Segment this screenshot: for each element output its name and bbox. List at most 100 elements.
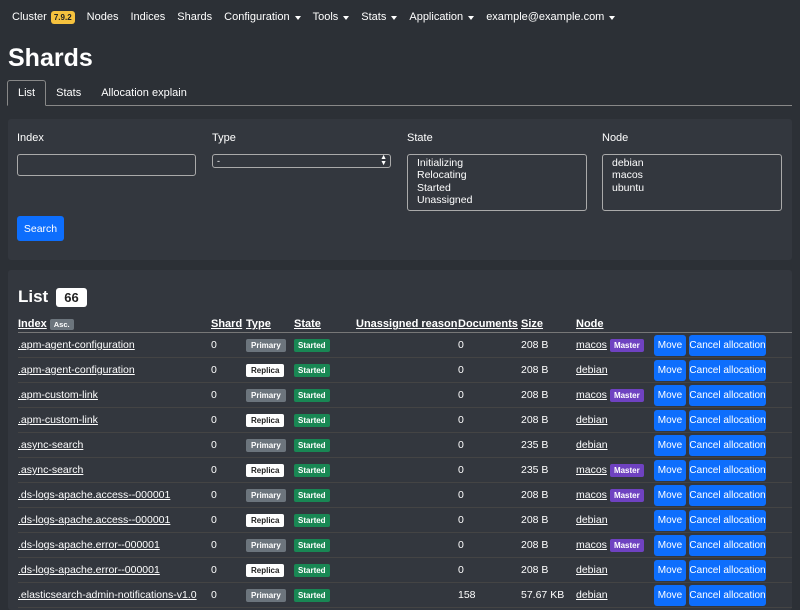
- cancel-allocation-button[interactable]: Cancel allocation: [689, 384, 766, 406]
- navbar: Cluster 7.9.2 Nodes Indices Shards Confi…: [0, 0, 800, 34]
- node-link[interactable]: debian: [576, 414, 608, 426]
- nav-cluster[interactable]: Cluster 7.9.2: [12, 10, 75, 24]
- cell-actions: Move Cancel allocation: [654, 532, 792, 558]
- node-link[interactable]: macos: [576, 489, 607, 501]
- index-link[interactable]: .ds-logs-apache.error--000001: [18, 564, 160, 576]
- cancel-allocation-button[interactable]: Cancel allocation: [689, 334, 766, 356]
- move-button[interactable]: Move: [654, 484, 686, 506]
- cell-shard: 0: [211, 557, 246, 583]
- node-link[interactable]: macos: [576, 539, 607, 551]
- tab-allocation-explain[interactable]: Allocation explain: [91, 80, 197, 105]
- select-arrows-icon: ▲ ▼: [380, 154, 387, 167]
- node-option[interactable]: ubuntu: [612, 182, 772, 194]
- node-link[interactable]: macos: [576, 464, 607, 476]
- nav-stats-dropdown[interactable]: Stats: [361, 11, 398, 23]
- cell-actions: Move Cancel allocation: [654, 557, 792, 583]
- index-link[interactable]: .ds-logs-apache.error--000001: [18, 539, 160, 551]
- tab-stats[interactable]: Stats: [46, 80, 91, 105]
- col-type[interactable]: Type: [246, 316, 294, 333]
- index-link[interactable]: .ds-logs-apache.access--000001: [18, 489, 170, 501]
- cancel-allocation-button[interactable]: Cancel allocation: [689, 509, 766, 531]
- nav-nodes[interactable]: Nodes: [87, 11, 119, 23]
- node-link[interactable]: debian: [576, 364, 608, 376]
- cell-actions: Move Cancel allocation: [654, 332, 792, 358]
- cell-shard: 0: [211, 507, 246, 533]
- count-badge: 66: [56, 287, 87, 307]
- nav-application-label: Application: [409, 11, 464, 23]
- node-link[interactable]: macos: [576, 339, 607, 351]
- index-link[interactable]: .apm-custom-link: [18, 389, 98, 401]
- col-index[interactable]: Index Asc.: [18, 316, 211, 333]
- cancel-allocation-button[interactable]: Cancel allocation: [689, 459, 766, 481]
- state-option[interactable]: Initializing: [417, 157, 577, 169]
- index-link[interactable]: .async-search: [18, 464, 83, 476]
- index-link[interactable]: .apm-agent-configuration: [18, 339, 135, 351]
- index-link[interactable]: .apm-custom-link: [18, 414, 98, 426]
- state-option[interactable]: Relocating: [417, 169, 577, 181]
- cell-state: Started: [294, 382, 356, 408]
- state-option[interactable]: Unassigned: [417, 194, 577, 206]
- cancel-allocation-button[interactable]: Cancel allocation: [689, 484, 766, 506]
- caret-down-icon: [343, 15, 350, 20]
- node-link[interactable]: debian: [576, 439, 608, 451]
- cancel-allocation-button[interactable]: Cancel allocation: [689, 534, 766, 556]
- move-button[interactable]: Move: [654, 534, 686, 556]
- cell-unassigned-reason: [356, 432, 458, 458]
- cell-type: Primary: [246, 532, 294, 558]
- nav-application-dropdown[interactable]: Application: [409, 11, 475, 23]
- type-select[interactable]: - ▲ ▼: [212, 154, 391, 168]
- state-multiselect[interactable]: Initializing Relocating Started Unassign…: [407, 154, 587, 211]
- index-link[interactable]: .async-search: [18, 439, 83, 451]
- cell-shard: 0: [211, 482, 246, 508]
- type-badge: Primary: [246, 389, 286, 402]
- move-button[interactable]: Move: [654, 409, 686, 431]
- move-button[interactable]: Move: [654, 509, 686, 531]
- move-button[interactable]: Move: [654, 359, 686, 381]
- state-option[interactable]: Started: [417, 182, 577, 194]
- nav-shards[interactable]: Shards: [177, 11, 212, 23]
- col-shard[interactable]: Shard: [211, 316, 246, 333]
- node-multiselect[interactable]: debian macos ubuntu: [602, 154, 782, 211]
- col-size[interactable]: Size: [521, 316, 576, 333]
- index-link[interactable]: .apm-agent-configuration: [18, 364, 135, 376]
- nav-indices[interactable]: Indices: [130, 11, 165, 23]
- nav-configuration-dropdown[interactable]: Configuration: [224, 11, 301, 23]
- node-link[interactable]: debian: [576, 564, 608, 576]
- table-row: .async-search 0 Primary Started 0 235 Bdebian…: [18, 432, 792, 458]
- cell-size: 208 B: [521, 507, 576, 533]
- move-button[interactable]: Move: [654, 384, 686, 406]
- search-button[interactable]: Search: [17, 216, 64, 241]
- cancel-allocation-button[interactable]: Cancel allocation: [689, 559, 766, 581]
- cell-unassigned-reason: [356, 407, 458, 433]
- nav-stats-label: Stats: [361, 11, 387, 23]
- type-badge: Replica: [246, 414, 285, 427]
- col-unassigned-reason[interactable]: Unassigned reason: [356, 316, 458, 333]
- move-button[interactable]: Move: [654, 334, 686, 356]
- index-link[interactable]: .elasticsearch-admin-notifications-v1.0: [18, 589, 197, 601]
- row-actions: Move Cancel allocation: [654, 334, 792, 356]
- cancel-allocation-button[interactable]: Cancel allocation: [689, 434, 766, 456]
- cancel-allocation-button[interactable]: Cancel allocation: [689, 584, 766, 606]
- cell-index: .apm-custom-link: [18, 407, 211, 433]
- move-button[interactable]: Move: [654, 584, 686, 606]
- index-input[interactable]: [17, 154, 196, 176]
- cancel-allocation-button[interactable]: Cancel allocation: [689, 359, 766, 381]
- col-documents[interactable]: Documents: [458, 316, 521, 333]
- col-state[interactable]: State: [294, 316, 356, 333]
- nav-tools-dropdown[interactable]: Tools: [313, 11, 350, 23]
- node-link[interactable]: macos: [576, 389, 607, 401]
- col-node[interactable]: Node: [576, 316, 654, 333]
- index-link[interactable]: .ds-logs-apache.access--000001: [18, 514, 170, 526]
- move-button[interactable]: Move: [654, 459, 686, 481]
- move-button[interactable]: Move: [654, 559, 686, 581]
- tab-list[interactable]: List: [7, 80, 47, 106]
- move-button[interactable]: Move: [654, 434, 686, 456]
- cell-shard: 0: [211, 532, 246, 558]
- node-link[interactable]: debian: [576, 514, 608, 526]
- node-option[interactable]: macos: [612, 169, 772, 181]
- node-link[interactable]: debian: [576, 589, 608, 601]
- node-option[interactable]: debian: [612, 157, 772, 169]
- nav-user-dropdown[interactable]: example@example.com: [486, 11, 616, 23]
- cancel-allocation-button[interactable]: Cancel allocation: [689, 409, 766, 431]
- table-row: .elasticsearch-admin-notifications-v1.0 0…: [18, 582, 792, 608]
